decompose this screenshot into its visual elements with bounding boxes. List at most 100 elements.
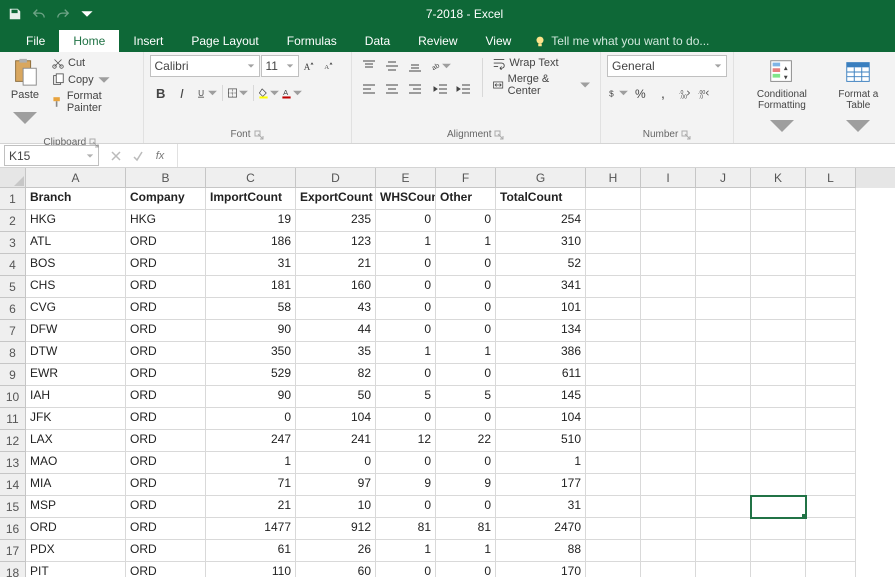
cell[interactable]: 529 [206,364,296,386]
cell[interactable]: 110 [206,562,296,577]
cell[interactable] [806,232,856,254]
cell[interactable]: 1 [376,540,436,562]
cell[interactable] [751,408,806,430]
cell[interactable] [586,540,641,562]
column-header[interactable]: E [376,168,436,188]
cell[interactable]: 44 [296,320,376,342]
cell[interactable]: 310 [496,232,586,254]
align-right-button[interactable] [404,78,426,100]
cell[interactable]: IAH [26,386,126,408]
cell[interactable] [641,364,696,386]
cell[interactable] [696,562,751,577]
cell[interactable]: 31 [496,496,586,518]
fill-color-button[interactable] [258,82,280,104]
cell[interactable] [586,276,641,298]
row-header[interactable]: 14 [0,474,26,496]
cell[interactable]: 90 [206,386,296,408]
comma-format-button[interactable]: , [653,82,675,104]
cell[interactable] [751,188,806,210]
cell[interactable]: ORD [126,320,206,342]
cell[interactable] [586,298,641,320]
cell[interactable]: 21 [296,254,376,276]
italic-button[interactable]: I [173,82,195,104]
conditional-formatting-button[interactable]: ConditionalFormatting [740,55,824,146]
cell[interactable]: 5 [436,386,496,408]
cell[interactable]: PDX [26,540,126,562]
cell[interactable]: BOS [26,254,126,276]
cell[interactable] [696,430,751,452]
cell[interactable]: 1 [376,232,436,254]
cell[interactable] [586,188,641,210]
decrease-indent-button[interactable] [430,78,452,100]
save-icon[interactable] [4,3,26,25]
cell[interactable]: 0 [436,320,496,342]
cell[interactable] [641,342,696,364]
paste-button[interactable]: Paste [6,55,44,135]
cell[interactable] [641,430,696,452]
row-header[interactable]: 16 [0,518,26,540]
cell[interactable] [641,518,696,540]
bold-button[interactable]: B [150,82,172,104]
cell[interactable] [696,276,751,298]
cell[interactable] [806,342,856,364]
cell[interactable] [696,496,751,518]
cell[interactable]: 10 [296,496,376,518]
row-header[interactable]: 18 [0,562,26,577]
cell[interactable]: 510 [496,430,586,452]
cell[interactable] [586,474,641,496]
cell[interactable] [806,540,856,562]
cell[interactable]: 123 [296,232,376,254]
cell[interactable] [696,474,751,496]
cell[interactable]: 145 [496,386,586,408]
cell[interactable] [696,320,751,342]
align-center-button[interactable] [381,78,403,100]
cell[interactable]: 0 [436,562,496,577]
cell[interactable] [696,298,751,320]
cell[interactable] [586,518,641,540]
cell[interactable]: 9 [436,474,496,496]
cell[interactable]: ORD [126,254,206,276]
row-header[interactable]: 17 [0,540,26,562]
cell[interactable] [696,386,751,408]
row-header[interactable]: 11 [0,408,26,430]
cell[interactable] [641,496,696,518]
cell[interactable] [641,188,696,210]
cell[interactable]: 1 [436,232,496,254]
cell[interactable]: Other [436,188,496,210]
cell[interactable]: 0 [376,364,436,386]
cell[interactable] [696,342,751,364]
column-header[interactable]: C [206,168,296,188]
cell[interactable] [806,276,856,298]
accounting-format-button[interactable]: $ [607,82,629,104]
cell[interactable]: 0 [436,364,496,386]
cell[interactable] [586,342,641,364]
percent-format-button[interactable]: % [630,82,652,104]
increase-indent-button[interactable] [453,78,475,100]
tab-formulas[interactable]: Formulas [273,30,351,52]
cell[interactable]: ORD [126,298,206,320]
column-header[interactable]: D [296,168,376,188]
cell[interactable]: 177 [496,474,586,496]
cell[interactable]: 0 [206,408,296,430]
dialog-launcher-icon[interactable] [681,130,691,140]
cell[interactable]: ORD [126,518,206,540]
redo-icon[interactable] [52,3,74,25]
cell[interactable]: ORD [126,452,206,474]
cell[interactable]: ORD [126,342,206,364]
column-header[interactable]: L [806,168,856,188]
cell[interactable]: 50 [296,386,376,408]
cell[interactable] [806,386,856,408]
tell-me-search[interactable]: Tell me what you want to do... [525,30,717,52]
cell[interactable] [806,430,856,452]
cell[interactable] [751,232,806,254]
cell[interactable] [641,276,696,298]
cell[interactable]: ImportCount [206,188,296,210]
cell[interactable]: 82 [296,364,376,386]
cell[interactable]: 52 [496,254,586,276]
cell[interactable]: 60 [296,562,376,577]
cell[interactable] [586,496,641,518]
cell[interactable]: 1477 [206,518,296,540]
cell[interactable]: 0 [436,276,496,298]
cell[interactable]: 1 [206,452,296,474]
cell[interactable] [696,408,751,430]
